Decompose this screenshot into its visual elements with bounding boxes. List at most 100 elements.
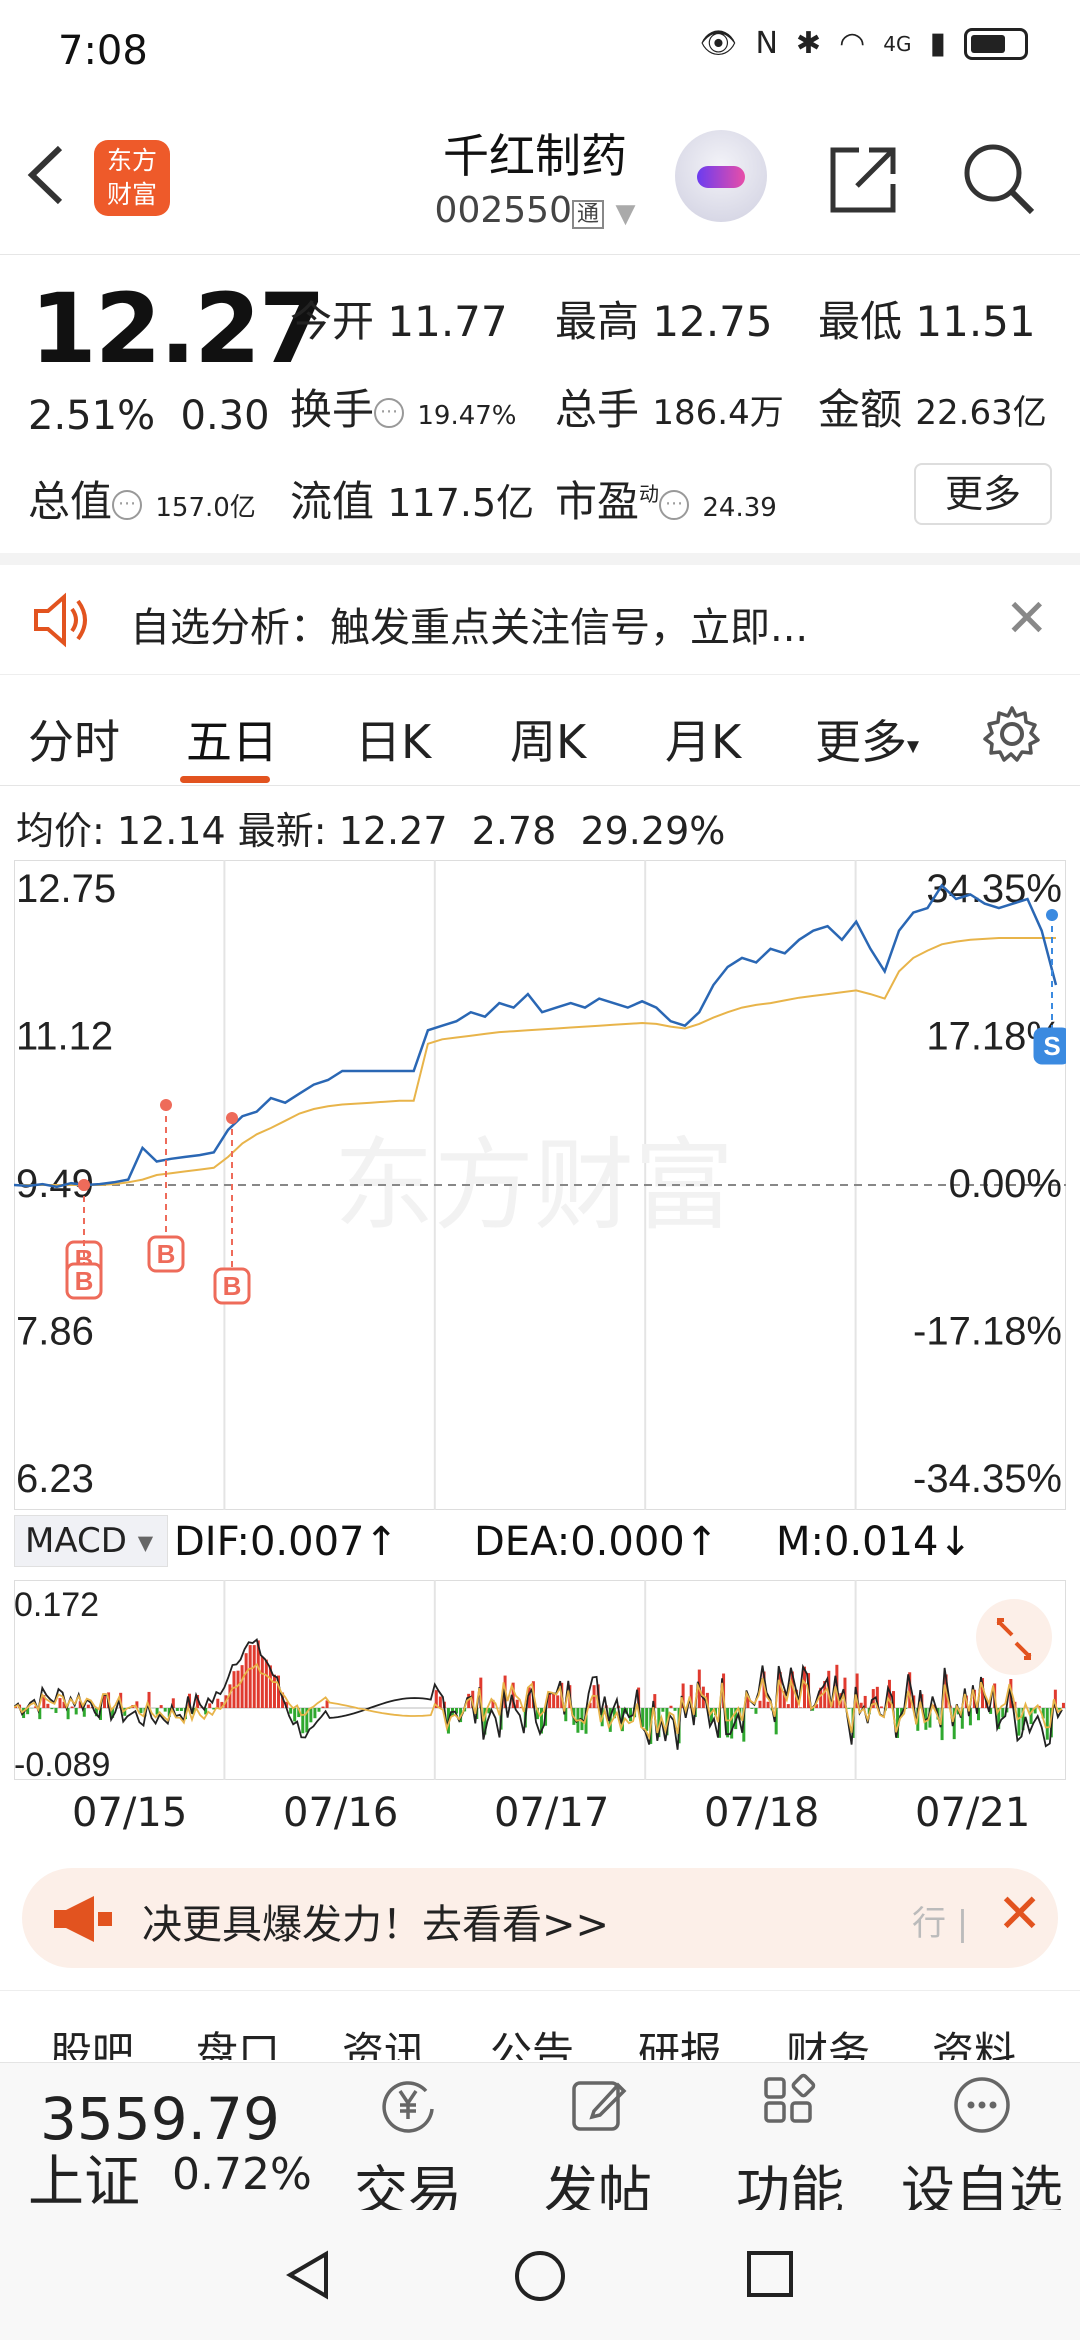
back-button[interactable]	[22, 140, 82, 220]
svg-text:B: B	[223, 1271, 242, 1301]
current-price: 12.27	[30, 273, 326, 385]
network-label: 4G	[883, 31, 912, 56]
info-subtabs: 股吧 盘口 资讯 公告 研报 财务 资料	[0, 1990, 1080, 2060]
close-icon[interactable]: ✕	[997, 1882, 1042, 1945]
speaker-icon	[34, 592, 87, 648]
promo-text: 决更具爆发力！去看看>>	[142, 1902, 610, 1948]
pe-ratio: 市盈动 ⋯ 24.39	[555, 477, 777, 526]
open-price: 今开 11.77	[290, 297, 508, 346]
index-name: 上证	[28, 2150, 140, 2215]
expand-icon[interactable]	[976, 1599, 1052, 1675]
change-amount: 0.30	[180, 393, 270, 439]
caret-down-icon: ▼	[137, 1530, 154, 1555]
bluetooth-icon: ✱	[795, 26, 822, 61]
search-icon[interactable]	[960, 140, 1036, 216]
logo-text-top: 东方	[106, 146, 157, 175]
quote-panel: 12.27 2.51% 0.30 今开 11.77 最高 12.75 最低 11…	[0, 258, 1080, 553]
info-icon[interactable]: ⋯	[659, 489, 690, 520]
nav-back-icon[interactable]	[282, 2248, 336, 2302]
y-tick-label: 7.86	[16, 1310, 94, 1354]
subtab-news[interactable]: 资讯	[342, 2019, 426, 2060]
info-icon[interactable]: ⋯	[374, 397, 405, 428]
tab-intraday[interactable]: 分时	[28, 706, 120, 772]
stock-name: 千红制药	[443, 129, 627, 183]
promo-banner[interactable]: 决更具爆发力！去看看>> 行 | ✕	[22, 1868, 1058, 1968]
subtab-announcements[interactable]: 公告	[490, 2019, 574, 2060]
megaphone-icon	[54, 1896, 112, 1942]
svg-text:B: B	[75, 1266, 94, 1296]
wifi-icon: ◠	[839, 26, 866, 61]
macd-chart[interactable]: 0.172 -0.089	[14, 1580, 1066, 1780]
y-tick-label: 12.75	[16, 867, 116, 911]
promo-tail: 行 |	[912, 1904, 969, 1944]
trade-button[interactable]: 交易	[318, 2073, 498, 2226]
subtab-financials[interactable]: 财务	[786, 2019, 870, 2060]
tab-daily-k[interactable]: 日K	[355, 706, 431, 772]
divider	[0, 553, 1080, 565]
date-label: 07/21	[915, 1790, 1031, 1836]
tab-five-day[interactable]: 五日	[186, 706, 278, 772]
add-watchlist-button[interactable]: 设自选	[892, 2073, 1072, 2226]
tab-weekly-k[interactable]: 周K	[510, 706, 586, 772]
price-change: 2.51% 0.30	[28, 393, 270, 439]
y-pct-label: 0.00%	[949, 1162, 1062, 1206]
macd-top-label: 0.172	[14, 1586, 99, 1624]
subtab-order-book[interactable]: 盘口	[196, 2019, 280, 2060]
ai-assistant-icon[interactable]	[675, 130, 767, 222]
low-price: 最低 11.51	[818, 297, 1036, 346]
nfc-icon: N	[755, 26, 778, 61]
turnover-amount: 金额 22.63亿	[818, 385, 1047, 434]
y-pct-label: -17.18%	[913, 1310, 1062, 1354]
gear-icon[interactable]	[982, 704, 1042, 764]
subtab-research[interactable]: 研报	[638, 2019, 722, 2060]
tab-more[interactable]: 更多▾	[815, 706, 919, 772]
five-day-price-chart[interactable]: 东方财富 12.75 34.35%11.12 17.18%9.49 0.00%7.86…	[14, 860, 1066, 1510]
date-label: 07/16	[283, 1790, 399, 1836]
grid-icon	[764, 2073, 816, 2123]
high-price: 最高 12.75	[555, 297, 773, 346]
subtab-profile[interactable]: 资料	[932, 2019, 1016, 2060]
turnover: 换手 ⋯ 19.47%	[290, 385, 517, 434]
nav-recents-icon[interactable]	[744, 2248, 796, 2300]
connect-tag: 通	[571, 200, 604, 229]
info-icon[interactable]: ⋯	[112, 489, 143, 520]
market-cap: 总值 ⋯ 157.0亿	[28, 477, 256, 526]
app-logo[interactable]: 东方 财富	[94, 140, 170, 216]
date-axis: 07/15 07/16 07/17 07/18 07/21	[0, 1790, 1080, 1840]
subtab-forum[interactable]: 股吧	[50, 2019, 134, 2060]
yen-exchange-icon	[382, 2081, 434, 2133]
active-tab-indicator	[180, 776, 270, 783]
date-label: 07/18	[704, 1790, 820, 1836]
svg-text:S: S	[1043, 1031, 1060, 1061]
more-circle-icon	[954, 2077, 1010, 2133]
bottom-bar: 3559.79 上证 0.72% 交易 发帖 功能 设自选	[0, 2062, 1080, 2223]
date-label: 07/15	[72, 1790, 188, 1836]
nav-home-icon[interactable]	[512, 2248, 568, 2304]
stock-code: 002550	[434, 190, 572, 231]
y-tick-label: 6.23	[16, 1457, 94, 1501]
share-icon[interactable]	[825, 142, 901, 218]
close-icon[interactable]: ✕	[1005, 589, 1049, 649]
functions-button[interactable]: 功能	[700, 2073, 880, 2226]
watchlist-alert[interactable]: 自选分析：触发重点关注信号，立即... ✕	[0, 565, 1080, 675]
y-pct-label: -34.35%	[913, 1457, 1062, 1501]
signal-icon: ▮	[929, 26, 946, 61]
caret-down-icon: ▾	[907, 731, 920, 760]
svg-text:B: B	[157, 1239, 176, 1269]
status-bar: 7:08 👁 N ✱ ◠ 4G ▮	[0, 0, 1080, 100]
post-button[interactable]: 发帖	[508, 2073, 688, 2226]
macd-dif: DIF:0.007↑	[174, 1519, 399, 1565]
status-icons: 👁 N ✱ ◠ 4G ▮	[699, 26, 1028, 61]
macd-m: M:0.014↓	[776, 1519, 973, 1565]
more-quote-button[interactable]: 更多	[914, 463, 1052, 525]
stock-title-block[interactable]: 千红制药 002550 通 ▼	[410, 120, 660, 231]
status-time: 7:08	[58, 28, 148, 74]
indicator-select[interactable]: MACD ▼	[14, 1515, 168, 1567]
tab-monthly-k[interactable]: 月K	[665, 706, 741, 772]
system-navigation	[0, 2210, 1080, 2340]
total-volume: 总手 186.4万	[555, 385, 784, 434]
eye-icon: 👁	[699, 26, 738, 61]
battery-icon	[964, 27, 1028, 60]
date-label: 07/17	[494, 1790, 610, 1836]
macd-dea: DEA:0.000↑	[474, 1519, 719, 1565]
